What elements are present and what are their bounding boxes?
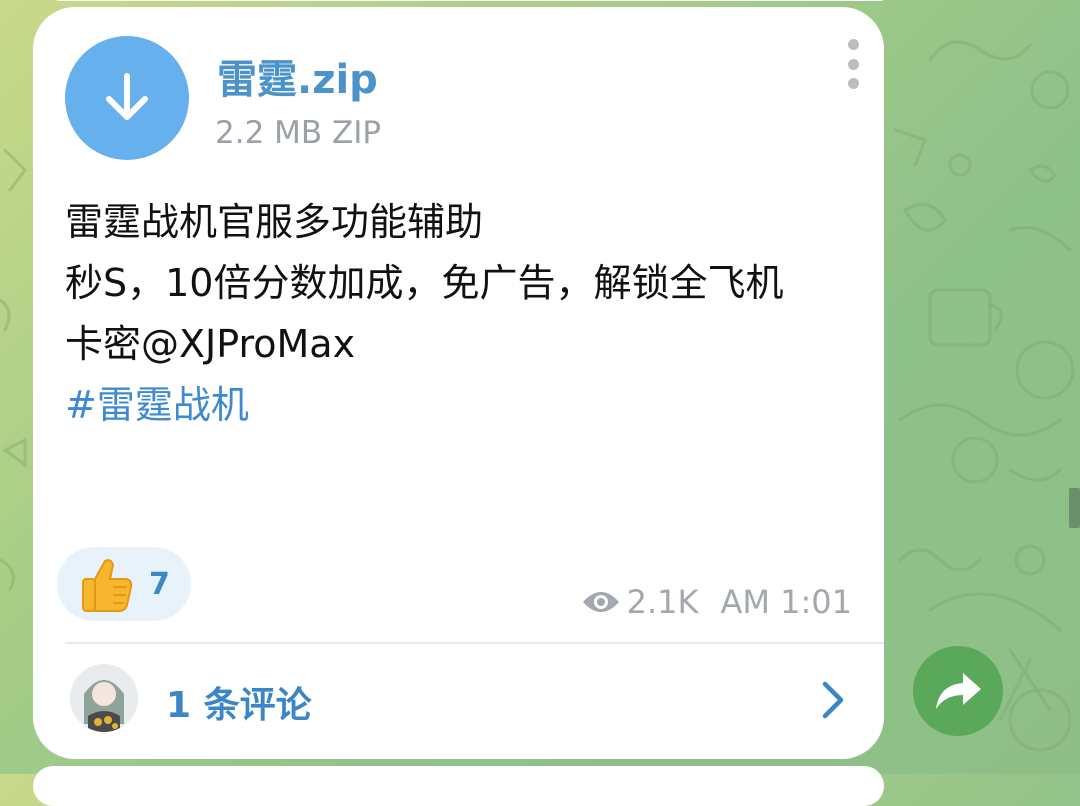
dot-icon — [847, 39, 859, 50]
file-size-type: 2.2 MB ZIP — [215, 115, 382, 151]
reaction-count: 7 — [149, 566, 170, 602]
more-options-button[interactable] — [841, 39, 865, 89]
thumbs-up-icon — [82, 559, 133, 612]
share-button[interactable] — [913, 646, 1003, 736]
message-line: 卡密@XJProMax — [65, 322, 356, 366]
download-arrow-icon — [106, 73, 148, 120]
eye-icon — [582, 592, 619, 612]
message-meta: 2.1K AM 1:01 — [581, 583, 852, 621]
message-line: 雷霆战机官服多功能辅助 — [65, 200, 484, 244]
message-text: 雷霆战机官服多功能辅助 秒S，10倍分数加成，免广告，解锁全飞机 卡密@XJPr… — [65, 192, 865, 436]
reaction-chip[interactable]: 7 — [57, 547, 191, 621]
hashtag-link[interactable]: #雷霆战机 — [65, 375, 865, 436]
view-count: 2.1K — [626, 583, 699, 621]
message-bubble: 雷霆.zip 2.2 MB ZIP 雷霆战机官服多功能辅助 秒S，10倍分数加成… — [33, 7, 884, 759]
commenter-avatar — [70, 664, 138, 732]
scrollbar-thumb[interactable] — [1069, 488, 1080, 528]
dot-icon — [847, 78, 859, 89]
message-line: 秒S，10倍分数加成，免广告，解锁全飞机 — [65, 261, 784, 305]
chevron-right-icon — [822, 681, 844, 719]
previous-message-bubble — [50, 0, 890, 1]
comments-label: 1 条评论 — [166, 685, 312, 726]
file-download-button[interactable] — [65, 36, 189, 160]
comments-button[interactable]: 1 条评论 — [33, 644, 884, 759]
message-time: AM 1:01 — [720, 583, 852, 621]
next-message-bubble — [33, 766, 884, 806]
file-name[interactable]: 雷霆.zip — [217, 47, 378, 105]
dot-icon — [847, 58, 859, 70]
share-arrow-icon — [936, 673, 981, 709]
